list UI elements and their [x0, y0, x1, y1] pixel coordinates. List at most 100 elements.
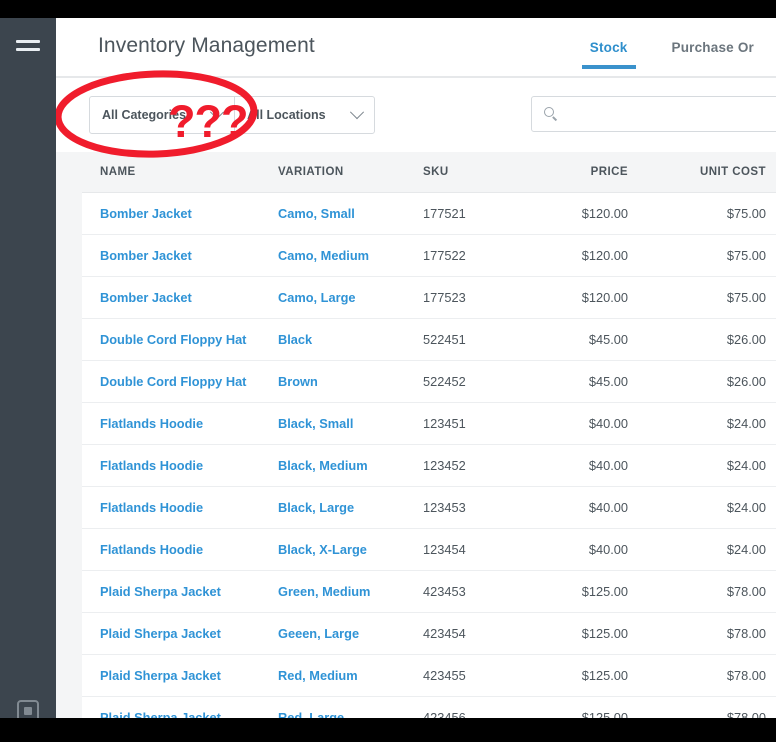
table-cell-name[interactable]: Plaid Sherpa Jacket	[82, 612, 278, 655]
table-header-row: NAME VARIATION SKU PRICE UNIT COST ALERT…	[82, 152, 776, 193]
table-cell-variation-link[interactable]: Black, Small	[278, 416, 353, 431]
column-header-variation[interactable]: VARIATION	[278, 152, 423, 193]
table-cell-name-link[interactable]: Bomber Jacket	[100, 290, 192, 305]
table-cell-variation-link[interactable]: Camo, Medium	[278, 248, 369, 263]
table-cell-name[interactable]: Plaid Sherpa Jacket	[82, 570, 278, 613]
table-cell-unit-cost: $26.00	[656, 360, 776, 403]
table-cell-name-link[interactable]: Plaid Sherpa Jacket	[100, 626, 221, 641]
table-cell-variation-link[interactable]: Camo, Small	[278, 206, 355, 221]
table-cell-variation-link[interactable]: Geeen, Large	[278, 626, 359, 641]
table-cell-variation[interactable]: Red, Large	[278, 696, 423, 718]
table-cell-name-link[interactable]: Bomber Jacket	[100, 248, 192, 263]
table-cell-name-link[interactable]: Flatlands Hoodie	[100, 458, 203, 473]
table-cell-variation[interactable]: Camo, Small	[278, 192, 423, 235]
table-cell-variation[interactable]: Black	[278, 318, 423, 361]
table-cell-name[interactable]: Double Cord Floppy Hat	[82, 318, 278, 361]
table-row[interactable]: Flatlands Hoodie Black, X-Large 123454 $40.…	[82, 528, 776, 571]
table-cell-price: $120.00	[523, 234, 656, 277]
table-cell-variation-link[interactable]: Red, Medium	[278, 668, 358, 683]
table-cell-name[interactable]: Flatlands Hoodie	[82, 528, 278, 571]
table-cell-name-link[interactable]: Plaid Sherpa Jacket	[100, 710, 221, 718]
filter-all-locations-label: All Locations	[247, 108, 326, 122]
table-cell-name[interactable]: Plaid Sherpa Jacket	[82, 696, 278, 718]
table-row[interactable]: Bomber Jacket Camo, Medium 177522 $120.00 $7…	[82, 234, 776, 277]
filter-all-locations[interactable]: All Locations	[234, 97, 373, 133]
stock-table-head: NAME VARIATION SKU PRICE UNIT COST ALERT…	[82, 152, 776, 193]
table-cell-variation[interactable]: Black, X-Large	[278, 528, 423, 571]
table-cell-name[interactable]: Flatlands Hoodie	[82, 402, 278, 445]
table-row[interactable]: Plaid Sherpa Jacket Green, Medium 423453 $1…	[82, 570, 776, 613]
search-box[interactable]	[531, 96, 776, 132]
filter-all-categories-label: All Categories	[102, 108, 187, 122]
table-cell-variation[interactable]: Black, Large	[278, 486, 423, 529]
table-cell-variation-link[interactable]: Black, X-Large	[278, 542, 367, 557]
table-cell-variation-link[interactable]: Brown	[278, 374, 318, 389]
table-cell-variation[interactable]: Black, Small	[278, 402, 423, 445]
tab-stock[interactable]: Stock	[568, 40, 650, 69]
table-cell-name-link[interactable]: Flatlands Hoodie	[100, 416, 203, 431]
table-cell-name-link[interactable]: Plaid Sherpa Jacket	[100, 668, 221, 683]
table-row[interactable]: Plaid Sherpa Jacket Geeen, Large 423454 $12…	[82, 612, 776, 655]
table-cell-name-link[interactable]: Double Cord Floppy Hat	[100, 332, 246, 347]
table-cell-unit-cost: $24.00	[656, 486, 776, 529]
table-cell-variation-link[interactable]: Black, Large	[278, 500, 354, 515]
table-row[interactable]: Flatlands Hoodie Black, Large 123453 $40.00…	[82, 486, 776, 529]
table-cell-name-link[interactable]: Bomber Jacket	[100, 206, 192, 221]
table-cell-price: $120.00	[523, 276, 656, 319]
table-cell-name[interactable]: Plaid Sherpa Jacket	[82, 654, 278, 697]
table-cell-variation[interactable]: Green, Medium	[278, 570, 423, 613]
table-row[interactable]: Flatlands Hoodie Black, Medium 123452 $40.0…	[82, 444, 776, 487]
table-cell-price: $125.00	[523, 654, 656, 697]
chevron-down-icon	[209, 105, 225, 120]
table-cell-name[interactable]: Bomber Jacket	[82, 234, 278, 277]
table-cell-variation-link[interactable]: Black	[278, 332, 312, 347]
column-header-sku[interactable]: SKU	[423, 152, 523, 193]
table-cell-sku: 423456	[423, 696, 523, 718]
table-row[interactable]: Plaid Sherpa Jacket Red, Large 423456 $125.…	[82, 696, 776, 718]
table-cell-price: $40.00	[523, 486, 656, 529]
stock-table-card: NAME VARIATION SKU PRICE UNIT COST ALERT…	[82, 152, 776, 718]
table-row[interactable]: Double Cord Floppy Hat Brown 522452 $45.00 $…	[82, 360, 776, 403]
hamburger-icon[interactable]	[16, 40, 40, 54]
table-row[interactable]: Plaid Sherpa Jacket Red, Medium 423455 $125…	[82, 654, 776, 697]
table-cell-variation[interactable]: Camo, Medium	[278, 234, 423, 277]
table-cell-sku: 423454	[423, 612, 523, 655]
table-cell-variation[interactable]: Geeen, Large	[278, 612, 423, 655]
table-cell-name-link[interactable]: Plaid Sherpa Jacket	[100, 584, 221, 599]
table-cell-name[interactable]: Bomber Jacket	[82, 192, 278, 235]
table-row[interactable]: Double Cord Floppy Hat Black 522451 $45.00 $…	[82, 318, 776, 361]
table-cell-name-link[interactable]: Double Cord Floppy Hat	[100, 374, 246, 389]
table-cell-sku: 123452	[423, 444, 523, 487]
table-cell-name[interactable]: Double Cord Floppy Hat	[82, 360, 278, 403]
search-input[interactable]	[567, 106, 776, 122]
table-cell-price: $125.00	[523, 612, 656, 655]
table-cell-name[interactable]: Bomber Jacket	[82, 276, 278, 319]
filter-all-categories[interactable]: All Categories	[90, 97, 234, 133]
hamburger-bar	[16, 48, 40, 51]
table-row[interactable]: Bomber Jacket Camo, Small 177521 $120.00 $75…	[82, 192, 776, 235]
column-header-unit-cost[interactable]: UNIT COST	[656, 152, 776, 193]
table-cell-unit-cost: $78.00	[656, 696, 776, 718]
table-cell-variation-link[interactable]: Camo, Large	[278, 290, 356, 305]
table-cell-variation[interactable]: Red, Medium	[278, 654, 423, 697]
table-cell-variation[interactable]: Camo, Large	[278, 276, 423, 319]
table-cell-name-link[interactable]: Flatlands Hoodie	[100, 542, 203, 557]
table-row[interactable]: Flatlands Hoodie Black, Small 123451 $40.00…	[82, 402, 776, 445]
square-outline-icon[interactable]	[17, 700, 39, 718]
table-cell-name[interactable]: Flatlands Hoodie	[82, 444, 278, 487]
table-cell-price: $40.00	[523, 444, 656, 487]
square-outline-inner	[24, 707, 32, 715]
column-header-price[interactable]: PRICE	[523, 152, 656, 193]
table-cell-variation-link[interactable]: Black, Medium	[278, 458, 368, 473]
table-cell-variation-link[interactable]: Red, Large	[278, 710, 344, 718]
table-cell-variation-link[interactable]: Green, Medium	[278, 584, 370, 599]
table-cell-variation[interactable]: Black, Medium	[278, 444, 423, 487]
table-cell-name[interactable]: Flatlands Hoodie	[82, 486, 278, 529]
tab-purchase-orders[interactable]: Purchase Or	[650, 40, 776, 69]
table-cell-price: $40.00	[523, 528, 656, 571]
table-cell-sku: 123454	[423, 528, 523, 571]
table-cell-name-link[interactable]: Flatlands Hoodie	[100, 500, 203, 515]
table-row[interactable]: Bomber Jacket Camo, Large 177523 $120.00 $75…	[82, 276, 776, 319]
column-header-name[interactable]: NAME	[82, 152, 278, 193]
table-cell-variation[interactable]: Brown	[278, 360, 423, 403]
